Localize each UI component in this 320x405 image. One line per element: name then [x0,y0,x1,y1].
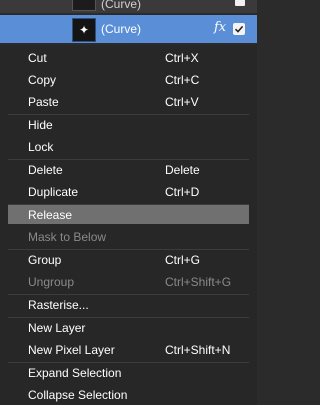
menu-item-shortcut: Ctrl+D [165,185,200,199]
layer-name: (Curve) [101,0,142,11]
menu-item-label: Paste [28,95,59,109]
menu-item-label: Cut [28,51,47,65]
menu-item-label: Mask to Below [28,230,107,244]
menu-item-label: Rasterise... [28,298,89,312]
menu-item-shortcut: Ctrl+V [165,95,199,109]
menu-item-label: Ungroup [28,275,75,289]
menu-item-ungroup[interactable]: Ungroup Ctrl+Shift+G [8,272,249,291]
menu-item-rasterise[interactable]: Rasterise... [8,295,249,314]
layer-thumbnail: ✦ [72,18,96,42]
checkmark-icon [234,25,244,33]
menu-item-label: Group [28,253,62,267]
fx-icon[interactable]: fx [214,20,226,35]
menu-item-shortcut: Delete [165,163,200,177]
menu-item-cut[interactable]: Cut Ctrl+X [8,48,249,67]
menu-item-label: New Layer [28,321,86,335]
curve-star-icon: ✦ [78,23,90,37]
menu-item-lock[interactable]: Lock [8,137,249,156]
menu-item-label: Copy [28,73,57,87]
menu-item-label: Collapse Selection [28,388,128,402]
visibility-checkbox[interactable] [235,0,245,6]
menu-item-delete[interactable]: Delete Delete [8,160,249,179]
menu-item-duplicate[interactable]: Duplicate Ctrl+D [8,182,249,201]
menu-item-label: Duplicate [28,185,79,199]
menu-item-label: Delete [28,163,63,177]
menu-item-label: New Pixel Layer [28,343,115,357]
menu-item-paste[interactable]: Paste Ctrl+V [8,92,249,111]
visibility-checkbox[interactable] [233,23,245,35]
menu-item-release[interactable]: Release [8,205,249,224]
menu-item-shortcut: Ctrl+Shift+N [165,343,231,357]
menu-item-new-layer[interactable]: New Layer [8,318,249,337]
menu-item-label: Hide [28,118,53,132]
menu-item-label: Lock [28,140,54,154]
menu-item-mask-to-below[interactable]: Mask to Below [8,227,249,246]
layer-row-curve-selected[interactable]: ✦ (Curve) fx [0,15,257,43]
menu-item-shortcut: Ctrl+C [165,73,200,87]
layer-name: (Curve) [101,22,142,36]
menu-item-shortcut: Ctrl+Shift+G [165,275,232,289]
menu-item-group[interactable]: Group Ctrl+G [8,250,249,269]
menu-item-new-pixel-layer[interactable]: New Pixel Layer Ctrl+Shift+N [8,340,249,359]
menu-item-collapse-selection[interactable]: Collapse Selection [8,385,249,404]
layer-thumbnail [72,0,96,11]
layer-row-curve-top[interactable]: (Curve) [0,0,257,13]
context-menu: Cut Ctrl+X Copy Ctrl+C Paste Ctrl+V Hide… [0,45,257,405]
menu-item-shortcut: Ctrl+G [165,253,201,267]
menu-item-expand-selection[interactable]: Expand Selection [8,363,249,382]
menu-item-label: Release [28,208,73,222]
menu-item-label: Expand Selection [28,366,122,380]
menu-item-copy[interactable]: Copy Ctrl+C [8,70,249,89]
menu-item-shortcut: Ctrl+X [165,51,199,65]
menu-item-hide[interactable]: Hide [8,115,249,134]
